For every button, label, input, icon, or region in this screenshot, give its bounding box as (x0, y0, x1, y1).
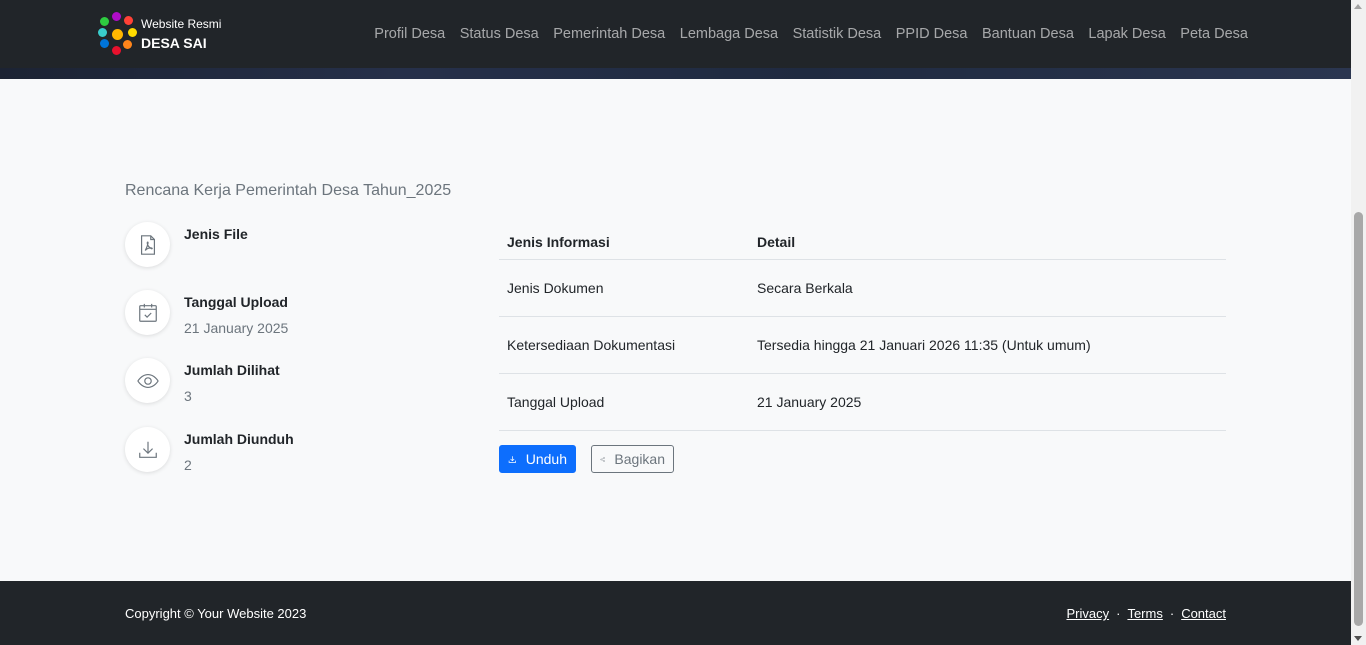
meta-item-downloads: Jumlah Diunduh 2 (125, 427, 294, 473)
nav-ppid-desa[interactable]: PPID Desa (896, 26, 968, 42)
meta-label: Jumlah Diunduh (184, 431, 294, 447)
meta-label: Tanggal Upload (184, 294, 288, 310)
table-cell: Jenis Dokumen (499, 259, 749, 317)
share-icon (600, 456, 605, 462)
document-actions: Unduh Bagikan (499, 445, 674, 473)
nav-peta-desa[interactable]: Peta Desa (1180, 26, 1248, 42)
nav-status-desa[interactable]: Status Desa (460, 26, 539, 42)
table-row: Jenis Dokumen Secara Berkala (499, 259, 1226, 317)
copyright-text: Copyright © Your Website 2023 (125, 606, 307, 621)
table-header-row: Jenis Informasi Detail (499, 222, 1226, 260)
scroll-thumb[interactable] (1354, 212, 1363, 626)
eye-icon (125, 358, 170, 403)
terms-link[interactable]: Terms (1127, 606, 1162, 621)
download-icon (508, 455, 517, 463)
scroll-down-arrow-icon[interactable] (1354, 636, 1362, 641)
meta-label: Jenis File (184, 226, 248, 242)
calendar-check-icon (125, 290, 170, 335)
meta-item-upload-date: Tanggal Upload 21 January 2025 (125, 290, 288, 336)
download-icon (125, 427, 170, 472)
share-button[interactable]: Bagikan (591, 445, 674, 473)
table-cell: Tanggal Upload (499, 373, 749, 431)
table-cell: Secara Berkala (749, 259, 1226, 317)
village-logo-icon (98, 11, 138, 57)
meta-item-views: Jumlah Dilihat 3 (125, 358, 280, 404)
nav-menu: Profil Desa Status Desa Pemerintah Desa … (360, 0, 1248, 68)
page-scrollbar[interactable] (1351, 0, 1366, 645)
footer-separator: · (1116, 606, 1121, 621)
table-row: Ketersediaan Dokumentasi Tersedia hingga… (499, 316, 1226, 374)
nav-lapak-desa[interactable]: Lapak Desa (1088, 26, 1165, 42)
nav-bantuan-desa[interactable]: Bantuan Desa (982, 26, 1074, 42)
contact-link[interactable]: Contact (1181, 606, 1226, 621)
footer-separator: · (1169, 606, 1175, 621)
footer-links: Privacy · Terms · Contact (1066, 606, 1226, 621)
scroll-up-arrow-icon[interactable] (1354, 4, 1362, 9)
table-header-cell: Detail (749, 222, 1226, 260)
table-cell: Tersedia hingga 21 Januari 2026 11:35 (U… (749, 316, 1226, 374)
privacy-link[interactable]: Privacy (1066, 606, 1109, 621)
brand[interactable]: Website Resmi DESA SAI (98, 11, 221, 57)
nav-lembaga-desa[interactable]: Lembaga Desa (680, 26, 778, 42)
meta-value: 21 January 2025 (184, 320, 289, 336)
page-title: Rencana Kerja Pemerintah Desa Tahun_2025 (125, 182, 452, 199)
nav-profil-desa[interactable]: Profil Desa (374, 26, 445, 42)
table-cell: Ketersediaan Dokumentasi (499, 316, 749, 374)
meta-value: 2 (184, 457, 192, 473)
nav-pemerintah-desa[interactable]: Pemerintah Desa (553, 26, 665, 42)
brand-title: DESA SAI (141, 35, 207, 51)
table-header-cell: Jenis Informasi (499, 222, 749, 260)
meta-value: 3 (184, 388, 192, 404)
document-info-table: Jenis Informasi Detail Jenis Dokumen Sec… (499, 222, 1226, 431)
download-button[interactable]: Unduh (499, 445, 576, 473)
table-row: Tanggal Upload 21 January 2025 (499, 373, 1226, 431)
table-cell: 21 January 2025 (749, 373, 1226, 431)
meta-label: Jumlah Dilihat (184, 362, 280, 378)
nav-statistik-desa[interactable]: Statistik Desa (793, 26, 882, 42)
navbar: Website Resmi DESA SAI Profil Desa Statu… (0, 0, 1351, 68)
share-button-label: Bagikan (614, 451, 665, 467)
pdf-file-icon (125, 222, 170, 267)
brand-subtitle: Website Resmi (141, 17, 222, 31)
meta-item-file-type: Jenis File (125, 222, 248, 267)
footer: Copyright © Your Website 2023 Privacy · … (0, 581, 1351, 645)
download-button-label: Unduh (525, 451, 567, 467)
